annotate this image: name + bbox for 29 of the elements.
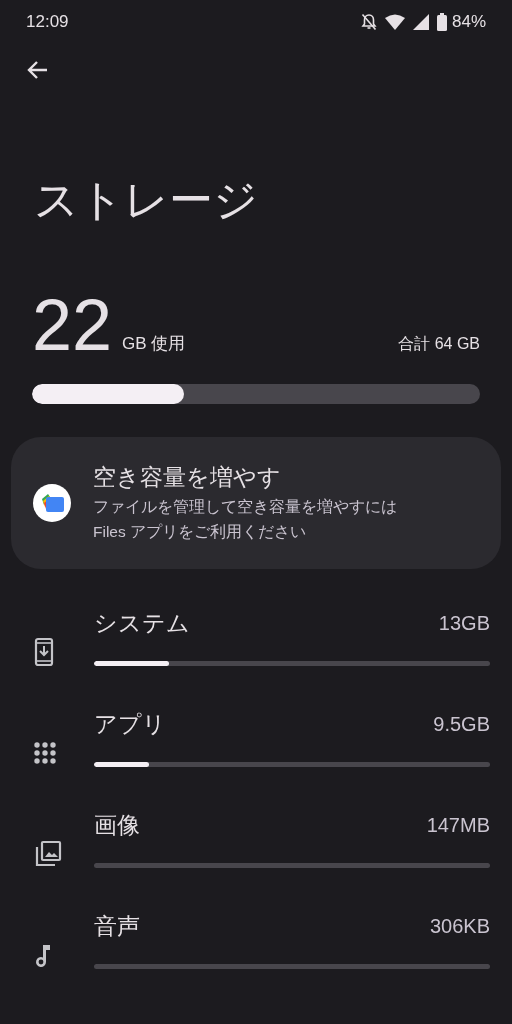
status-time: 12:09 — [26, 11, 69, 34]
storage-category-row[interactable]: システム 13GB — [0, 599, 512, 700]
files-app-icon — [33, 484, 71, 522]
category-size: 306KB — [429, 914, 490, 939]
signal-icon — [412, 14, 429, 30]
wifi-icon — [384, 14, 405, 30]
card-description: ファイルを管理して空き容量を増やすには Files アプリをご利用ください — [93, 497, 398, 542]
category-label: システム — [94, 608, 190, 638]
storage-category-row[interactable]: 画像 147MB — [0, 801, 512, 902]
category-label: 音声 — [94, 911, 140, 941]
grid-dots-icon — [34, 741, 56, 764]
bell-off-icon — [360, 13, 377, 31]
battery-icon — [436, 13, 447, 31]
used-unit: GB 使用 — [122, 332, 186, 355]
category-size: 147MB — [426, 813, 490, 838]
total-capacity: 合計 64 GB — [398, 334, 480, 354]
page-title: ストレージ — [33, 174, 259, 226]
used-amount: 22 — [32, 292, 113, 358]
category-size: 13GB — [438, 611, 490, 636]
storage-category-row[interactable]: アプリ 9.5GB — [0, 700, 512, 801]
category-label: アプリ — [94, 709, 166, 739]
free-up-space-card[interactable]: 空き容量を増やす ファイルを管理して空き容量を増やすには Files アプリをご利用ください — [11, 437, 501, 569]
category-label: 画像 — [94, 810, 140, 840]
photo-library-icon — [34, 839, 62, 868]
category-size: 9.5GB — [433, 712, 490, 737]
battery-percent: 84% — [451, 11, 486, 34]
storage-category-row[interactable]: 音声 306KB — [0, 902, 512, 1003]
phone-download-icon — [34, 636, 54, 667]
card-title: 空き容量を増やす — [93, 463, 282, 492]
